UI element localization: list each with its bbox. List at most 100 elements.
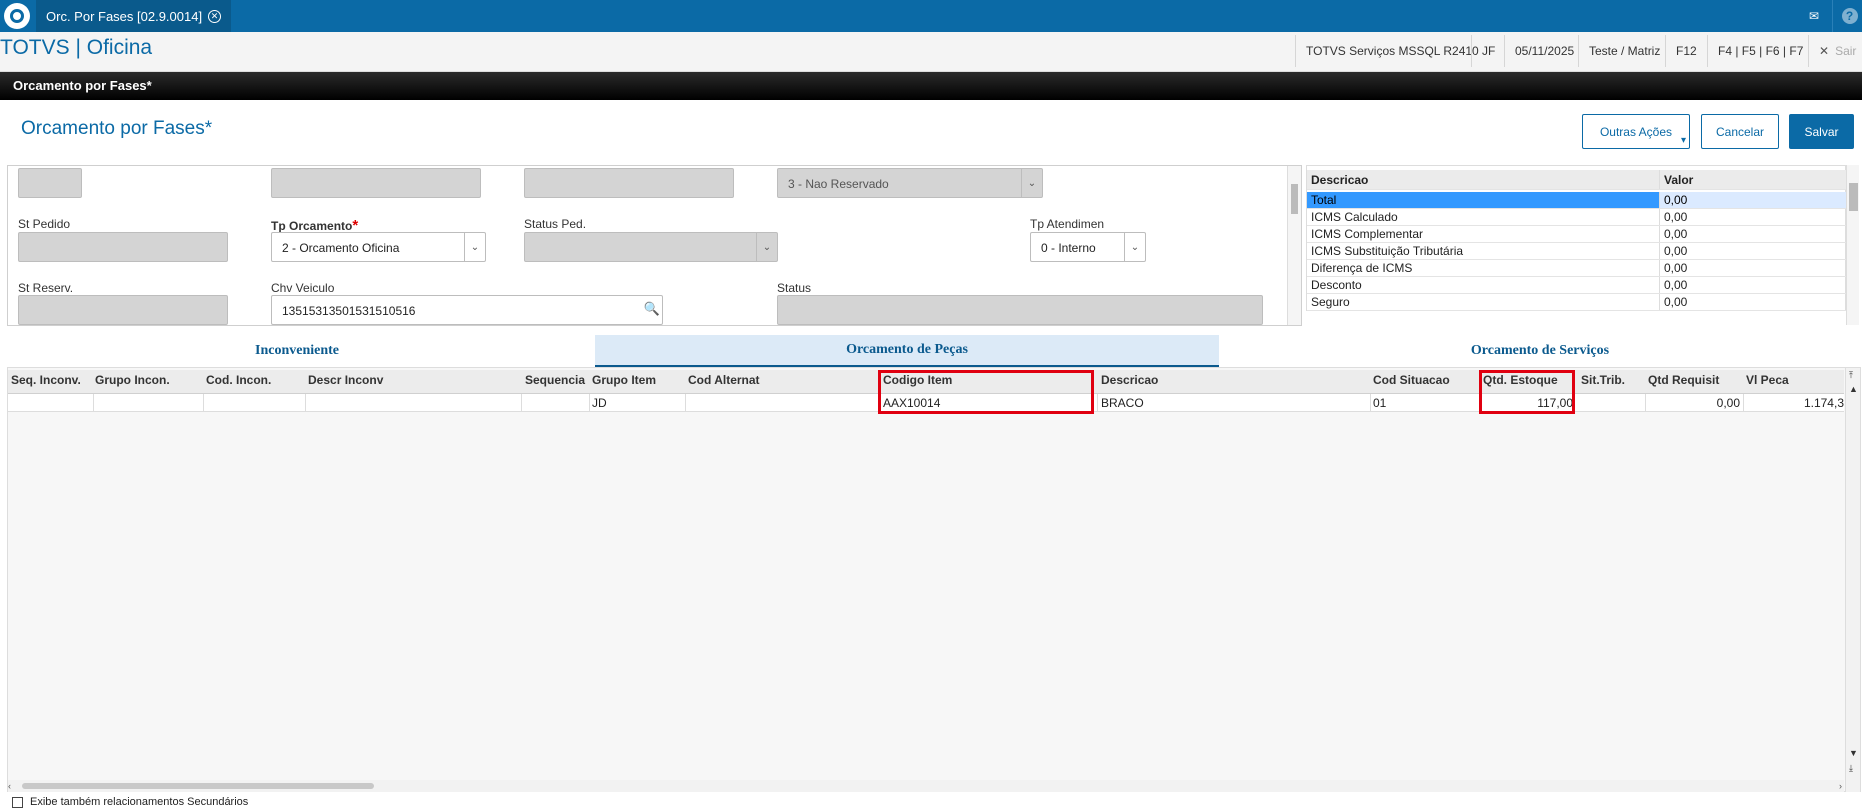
totals-table: Descricao Valor Total 0,00 ICMS Calculad…	[1306, 165, 1847, 311]
field-3[interactable]	[524, 168, 734, 198]
table-row[interactable]: Total 0,00	[1307, 192, 1847, 209]
cell: Diferença de ICMS	[1307, 260, 1660, 276]
save-button[interactable]: Salvar	[1789, 114, 1854, 149]
field-2[interactable]	[271, 168, 481, 198]
table-row[interactable]: Seguro 0,00	[1307, 294, 1847, 311]
column-header[interactable]: Cod Alternat	[688, 373, 760, 393]
column-header[interactable]: Grupo Item	[592, 373, 656, 393]
tab-inconveniente[interactable]: Inconveniente	[7, 335, 587, 367]
tab-orcamento-servicos[interactable]: Orcamento de Serviços	[1220, 335, 1860, 367]
help-icon[interactable]: ?	[1832, 0, 1862, 32]
other-actions-label: Outras Ações	[1599, 124, 1673, 139]
header-form: 3 - Nao Reservado ⌄ St Pedido Tp Orcamen…	[7, 165, 1302, 326]
cell-divider	[589, 394, 590, 412]
cell-divider	[521, 394, 522, 412]
scroll-right-icon[interactable]: ›	[1839, 781, 1842, 791]
grid-vertical-scrollbar[interactable]: ⤒ ▲ ▼ ⤓	[1845, 368, 1860, 792]
chevron-down-icon: ▾	[1680, 135, 1686, 146]
cell-descricao[interactable]: BRACO	[1101, 394, 1144, 412]
column-header[interactable]: Cod. Incon.	[206, 373, 271, 393]
exit-button[interactable]: ✕ Sair	[1808, 35, 1862, 67]
tp-orcamento-select[interactable]: 2 - Orcamento Oficina ⌄	[271, 232, 486, 262]
cell-divider	[203, 394, 204, 412]
column-header[interactable]: Seq. Inconv.	[11, 373, 81, 393]
scroll-top-icon[interactable]: ⤒	[1849, 370, 1853, 381]
environment-info[interactable]: TOTVS Serviços MSSQL R2410	[1295, 35, 1489, 67]
st-pedido-field[interactable]	[18, 232, 228, 262]
form-scrollbar[interactable]	[1287, 166, 1301, 325]
tp-atendimen-select[interactable]: 0 - Interno ⌄	[1030, 232, 1146, 262]
chv-veiculo-label: Chv Veiculo	[271, 281, 335, 295]
tab-label: Orc. Por Fases [02.9.0014]	[46, 8, 203, 24]
column-header[interactable]: Cod Situacao	[1373, 373, 1450, 393]
cancel-button[interactable]: Cancelar	[1701, 114, 1779, 149]
scrollbar-thumb[interactable]	[22, 783, 374, 789]
company-info[interactable]: Teste / Matriz	[1578, 35, 1670, 67]
column-header: Valor	[1664, 173, 1694, 187]
cell-qtd-requisit[interactable]: 0,00	[1648, 394, 1740, 412]
help-key[interactable]: F12	[1665, 35, 1707, 67]
cell-divider	[1097, 394, 1098, 412]
tp-atendimen-value: 0 - Interno	[1041, 241, 1096, 255]
cell-vl-peca[interactable]: 1.174,3	[1746, 394, 1844, 412]
tp-orcamento-value: 2 - Orcamento Oficina	[282, 241, 400, 255]
highlight-codigo-item	[878, 370, 1094, 414]
column-header[interactable]: Sit.Trib.	[1581, 373, 1625, 393]
table-row[interactable]: ICMS Substituição Tributária 0,00	[1307, 243, 1847, 260]
reserva-select[interactable]: 3 - Nao Reservado ⌄	[777, 168, 1043, 198]
secondary-relations-checkbox[interactable]	[12, 797, 23, 808]
date-info[interactable]: 05/11/2025	[1504, 35, 1584, 67]
chv-veiculo-input[interactable]: 13515313501531510516 🔍	[271, 295, 663, 325]
totvs-logo-icon[interactable]	[4, 3, 30, 29]
cell-divider	[93, 394, 94, 412]
status-ped-select[interactable]: ⌄	[524, 232, 778, 262]
scroll-bottom-icon[interactable]: ⤓	[1849, 763, 1853, 774]
grid-horizontal-scrollbar[interactable]: ‹ ›	[8, 780, 1844, 792]
scroll-left-icon[interactable]: ‹	[8, 781, 11, 791]
chevron-down-icon: ⌄	[1124, 233, 1145, 261]
totals-scrollbar[interactable]	[1846, 165, 1859, 325]
st-reserv-label: St Reserv.	[18, 281, 74, 295]
tab-orcamento-pecas[interactable]: Orcamento de Peças	[595, 335, 1219, 367]
user-info[interactable]: JF	[1471, 35, 1505, 67]
column-header[interactable]: Vl Peca	[1746, 373, 1789, 393]
shortcut-keys[interactable]: F4 | F5 | F6 | F7	[1707, 35, 1813, 67]
scrollbar-thumb[interactable]	[1849, 183, 1858, 211]
table-row[interactable]: ICMS Calculado 0,00	[1307, 209, 1847, 226]
mail-icon[interactable]: ✉	[1797, 0, 1831, 32]
cell: Seguro	[1307, 294, 1660, 310]
field-1[interactable]	[18, 168, 82, 198]
tp-atendimen-label: Tp Atendimen	[1030, 217, 1105, 231]
column-header[interactable]: Sequencia	[525, 373, 585, 393]
search-icon[interactable]: 🔍	[644, 301, 660, 317]
chevron-down-icon: ⌄	[1021, 169, 1042, 197]
status-field[interactable]	[777, 295, 1263, 325]
cell-cod-situacao[interactable]: 01	[1373, 394, 1386, 412]
top-bar	[0, 0, 1862, 32]
close-tab-icon[interactable]: ✕	[208, 9, 222, 23]
other-actions-button[interactable]: Outras Ações ▾	[1582, 114, 1690, 149]
scroll-down-icon[interactable]: ▼	[1849, 748, 1858, 758]
exit-label: Sair	[1835, 44, 1857, 58]
st-reserv-field[interactable]	[18, 295, 228, 325]
scroll-up-icon[interactable]: ▲	[1849, 384, 1858, 394]
cell: 0,00	[1664, 210, 1688, 224]
column-header[interactable]: Qtd Requisit	[1648, 373, 1719, 393]
cell: Desconto	[1307, 277, 1660, 293]
tab-orc-por-fases[interactable]: Orc. Por Fases [02.9.0014] ✕	[36, 0, 232, 32]
table-row[interactable]: Diferença de ICMS 0,00	[1307, 260, 1847, 277]
cell: 0,00	[1664, 278, 1688, 292]
cell-grupo-item[interactable]: JD	[592, 394, 607, 412]
table-row[interactable]: ICMS Complementar 0,00	[1307, 226, 1847, 243]
chv-veiculo-value: 13515313501531510516	[282, 304, 416, 318]
cell: ICMS Complementar	[1307, 226, 1660, 242]
cell: ICMS Substituição Tributária	[1307, 243, 1660, 259]
highlight-qtd-estoque	[1479, 370, 1575, 414]
column-header[interactable]: Descricao	[1101, 373, 1158, 393]
scrollbar-thumb[interactable]	[1291, 184, 1298, 214]
table-row[interactable]: Desconto 0,00	[1307, 277, 1847, 294]
column-header[interactable]: Descr Inconv	[308, 373, 383, 393]
cell: 0,00	[1660, 192, 1847, 208]
reserva-value: 3 - Nao Reservado	[788, 177, 889, 191]
column-header[interactable]: Grupo Incon.	[95, 373, 170, 393]
